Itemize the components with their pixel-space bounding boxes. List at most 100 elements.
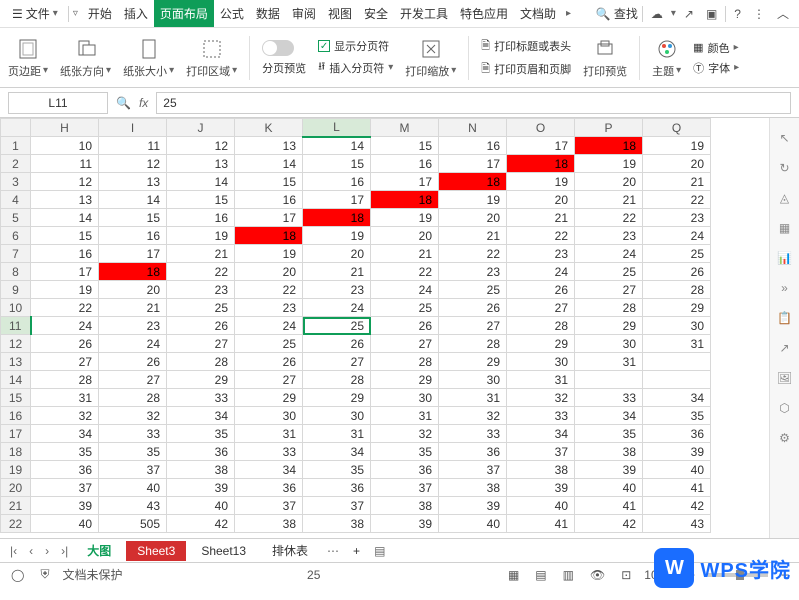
cell-M19[interactable]: 36 bbox=[371, 461, 439, 479]
cell-O3[interactable]: 19 bbox=[507, 173, 575, 191]
sheet-tab-3[interactable]: 排休表 bbox=[261, 539, 319, 562]
cell-L7[interactable]: 20 bbox=[303, 245, 371, 263]
cell-Q3[interactable]: 21 bbox=[643, 173, 711, 191]
row-header-20[interactable]: 20 bbox=[1, 479, 31, 497]
tab-start[interactable]: 开始 bbox=[82, 0, 118, 27]
cell-P12[interactable]: 30 bbox=[575, 335, 643, 353]
cell-J13[interactable]: 28 bbox=[167, 353, 235, 371]
cell-Q2[interactable]: 20 bbox=[643, 155, 711, 173]
cell-P7[interactable]: 24 bbox=[575, 245, 643, 263]
cell-H14[interactable]: 28 bbox=[31, 371, 99, 389]
view-custom-icon[interactable]: ▥ bbox=[560, 568, 577, 582]
cell-L9[interactable]: 23 bbox=[303, 281, 371, 299]
col-header-L[interactable]: L bbox=[303, 119, 371, 137]
page-break-preview-button[interactable]: 分页预览 bbox=[262, 60, 306, 76]
cell-O21[interactable]: 40 bbox=[507, 497, 575, 515]
tab-page-layout[interactable]: 页面布局 bbox=[154, 0, 214, 27]
sheet-tab-2[interactable]: Sheet13 bbox=[190, 541, 257, 561]
cell-M4[interactable]: 18 bbox=[371, 191, 439, 209]
cell-I6[interactable]: 16 bbox=[99, 227, 167, 245]
cell-L22[interactable]: 38 bbox=[303, 515, 371, 533]
cell-K14[interactable]: 27 bbox=[235, 371, 303, 389]
cell-I18[interactable]: 35 bbox=[99, 443, 167, 461]
cell-P2[interactable]: 19 bbox=[575, 155, 643, 173]
cell-K4[interactable]: 16 bbox=[235, 191, 303, 209]
cell-M20[interactable]: 37 bbox=[371, 479, 439, 497]
file-menu[interactable]: ☰文件▾ bbox=[6, 3, 64, 24]
tab-nav-first[interactable]: |‹ bbox=[6, 544, 21, 558]
cell-O18[interactable]: 37 bbox=[507, 443, 575, 461]
zoom-in-button[interactable]: + bbox=[778, 568, 791, 582]
cell-K1[interactable]: 13 bbox=[235, 137, 303, 155]
cell-K18[interactable]: 33 bbox=[235, 443, 303, 461]
tab-insert[interactable]: 插入 bbox=[118, 0, 154, 27]
cell-M8[interactable]: 22 bbox=[371, 263, 439, 281]
cell-I14[interactable]: 27 bbox=[99, 371, 167, 389]
symbol-icon[interactable]: ◬ bbox=[775, 188, 795, 208]
cell-P16[interactable]: 34 bbox=[575, 407, 643, 425]
cell-N10[interactable]: 26 bbox=[439, 299, 507, 317]
orientation-button[interactable]: 纸张方向▾ bbox=[60, 37, 111, 79]
header-footer-button[interactable]: 🗎打印页眉和页脚 bbox=[481, 60, 571, 79]
cell-Q4[interactable]: 22 bbox=[643, 191, 711, 209]
cell-L18[interactable]: 34 bbox=[303, 443, 371, 461]
cell-L6[interactable]: 19 bbox=[303, 227, 371, 245]
cell-N20[interactable]: 38 bbox=[439, 479, 507, 497]
cell-I15[interactable]: 28 bbox=[99, 389, 167, 407]
print-area-button[interactable]: 打印区域▾ bbox=[186, 37, 237, 79]
cell-Q10[interactable]: 29 bbox=[643, 299, 711, 317]
cell-J22[interactable]: 42 bbox=[167, 515, 235, 533]
cell-I16[interactable]: 32 bbox=[99, 407, 167, 425]
cell-O12[interactable]: 29 bbox=[507, 335, 575, 353]
col-header-O[interactable]: O bbox=[507, 119, 575, 137]
cell-M22[interactable]: 39 bbox=[371, 515, 439, 533]
cell-O13[interactable]: 30 bbox=[507, 353, 575, 371]
cell-M16[interactable]: 31 bbox=[371, 407, 439, 425]
cell-P1[interactable]: 18 bbox=[575, 137, 643, 155]
cell-J9[interactable]: 23 bbox=[167, 281, 235, 299]
view-page-icon[interactable]: ▤ bbox=[532, 568, 549, 582]
tab-data[interactable]: 数据 bbox=[250, 0, 286, 27]
cell-J3[interactable]: 14 bbox=[167, 173, 235, 191]
cell-O19[interactable]: 38 bbox=[507, 461, 575, 479]
clipboard-icon[interactable]: 📋 bbox=[775, 308, 795, 328]
row-header-21[interactable]: 21 bbox=[1, 497, 31, 515]
cell-J5[interactable]: 16 bbox=[167, 209, 235, 227]
cell-N19[interactable]: 37 bbox=[439, 461, 507, 479]
collapse-icon[interactable]: » bbox=[775, 278, 795, 298]
cell-M15[interactable]: 30 bbox=[371, 389, 439, 407]
sheet-tab-1[interactable]: Sheet3 bbox=[126, 541, 186, 561]
cell-I10[interactable]: 21 bbox=[99, 299, 167, 317]
view-mode-icon[interactable]: ⊡ bbox=[618, 568, 634, 582]
tabs-list[interactable]: ▤ bbox=[370, 544, 389, 558]
cell-O17[interactable]: 34 bbox=[507, 425, 575, 443]
cell-P14[interactable] bbox=[575, 371, 643, 389]
row-header-22[interactable]: 22 bbox=[1, 515, 31, 533]
cell-I5[interactable]: 15 bbox=[99, 209, 167, 227]
cell-H13[interactable]: 27 bbox=[31, 353, 99, 371]
shield-icon[interactable]: ⛨ bbox=[37, 567, 52, 582]
cell-I17[interactable]: 33 bbox=[99, 425, 167, 443]
cell-J21[interactable]: 40 bbox=[167, 497, 235, 515]
cell-N11[interactable]: 27 bbox=[439, 317, 507, 335]
cell-H3[interactable]: 12 bbox=[31, 173, 99, 191]
cell-J16[interactable]: 34 bbox=[167, 407, 235, 425]
cell-J17[interactable]: 35 bbox=[167, 425, 235, 443]
cell-K20[interactable]: 36 bbox=[235, 479, 303, 497]
cell-M5[interactable]: 19 bbox=[371, 209, 439, 227]
cell-Q15[interactable]: 34 bbox=[643, 389, 711, 407]
tabs-overflow-icon[interactable]: ▸ bbox=[566, 8, 571, 19]
cell-O14[interactable]: 31 bbox=[507, 371, 575, 389]
cell-I8[interactable]: 18 bbox=[99, 263, 167, 281]
cell-Q12[interactable]: 31 bbox=[643, 335, 711, 353]
cell-L1[interactable]: 14 bbox=[303, 137, 371, 155]
apps-icon[interactable]: ▦ bbox=[775, 218, 795, 238]
print-preview-button[interactable]: 打印预览 bbox=[583, 37, 627, 79]
undo-dropdown-icon[interactable]: ▿ bbox=[73, 8, 78, 19]
cell-M1[interactable]: 15 bbox=[371, 137, 439, 155]
cell-J12[interactable]: 27 bbox=[167, 335, 235, 353]
tab-security[interactable]: 安全 bbox=[358, 0, 394, 27]
zoom-slider[interactable] bbox=[708, 573, 768, 577]
cell-N5[interactable]: 20 bbox=[439, 209, 507, 227]
cell-H12[interactable]: 26 bbox=[31, 335, 99, 353]
